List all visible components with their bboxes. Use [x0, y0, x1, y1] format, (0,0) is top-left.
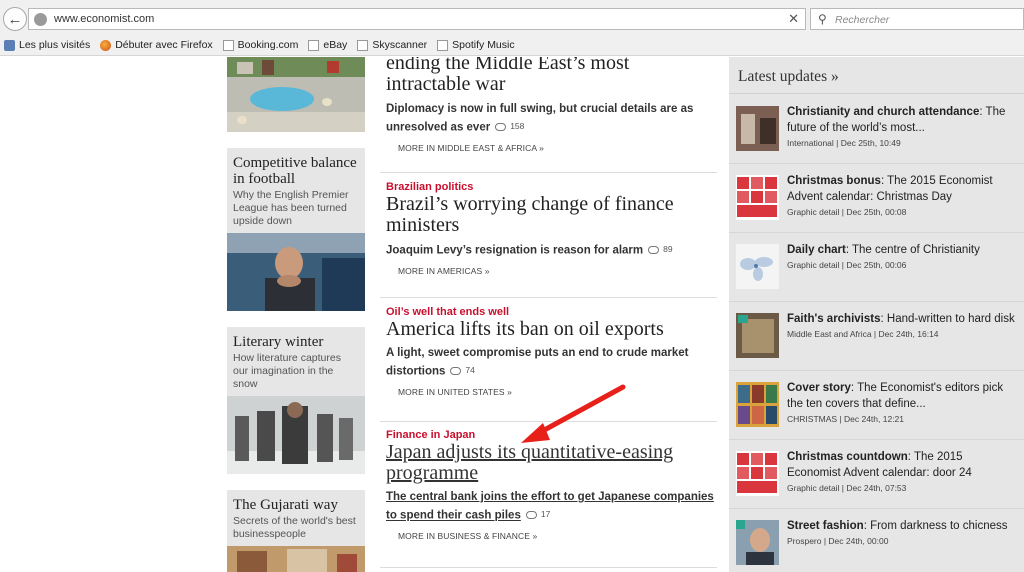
- snow-scene-image[interactable]: [227, 396, 365, 474]
- world-map-image: [736, 244, 779, 289]
- bookmark-ebay[interactable]: eBay: [308, 39, 347, 51]
- search-placeholder[interactable]: Rechercher: [835, 14, 889, 26]
- card-text: Why the English Premier League has been …: [233, 189, 349, 227]
- bookmark-booking[interactable]: Booking.com: [222, 39, 298, 51]
- card-title[interactable]: Competitive balance in football: [227, 148, 365, 189]
- update-meta: Middle East and Africa | Dec 24th, 16:14: [787, 329, 939, 339]
- church-image: [736, 106, 779, 151]
- back-button[interactable]: ←: [3, 7, 27, 31]
- update-headline[interactable]: Daily chart: The centre of Christianity: [787, 242, 1019, 258]
- manuscript-image: [736, 313, 779, 358]
- story-description[interactable]: A light, sweet compromise puts an end to…: [386, 345, 717, 381]
- comments-count[interactable]: 74: [450, 362, 475, 379]
- update-item[interactable]: Christianity and church attendance: The …: [729, 95, 1024, 164]
- update-meta: Prospero | Dec 24th, 00:00: [787, 536, 889, 546]
- story-title[interactable]: America lifts its ban on oil exports: [386, 319, 717, 340]
- football-manager-image[interactable]: [227, 233, 365, 311]
- address-bar[interactable]: www.economist.com ✕: [28, 8, 806, 30]
- latest-updates-title[interactable]: Latest updates »: [729, 57, 1024, 94]
- story-card-literary-winter[interactable]: Literary winter How literature captures …: [227, 327, 365, 474]
- story-oil: Oil’s well that ends well America lifts …: [380, 298, 717, 422]
- comment-icon: [525, 510, 537, 519]
- bookmark-spotify[interactable]: Spotify Music: [437, 39, 515, 51]
- comment-icon: [495, 122, 507, 131]
- card-text: How literature captures our imagination …: [233, 352, 341, 390]
- comment-icon: [648, 245, 660, 254]
- more-link[interactable]: MORE IN BUSINESS & FINANCE »: [386, 525, 717, 541]
- card-title[interactable]: The Gujarati way: [227, 490, 365, 515]
- story-japan: Finance in Japan Japan adjusts its quant…: [380, 422, 717, 568]
- story-description[interactable]: Diplomacy is now in full swing, but cruc…: [386, 101, 717, 137]
- browser-toolbar: ← www.economist.com ✕ ⚲ Rechercher Les p…: [0, 0, 1024, 56]
- page-icon: [357, 39, 369, 51]
- story-description[interactable]: Joaquim Levy’s resignation is reason for…: [386, 241, 717, 260]
- more-link[interactable]: MORE IN MIDDLE EAST & AFRICA »: [386, 137, 717, 153]
- update-meta: CHRISTMAS | Dec 24th, 12:21: [787, 414, 905, 424]
- bookmark-most-visited[interactable]: Les plus visités: [4, 39, 90, 51]
- update-meta: Graphic detail | Dec 24th, 07:53: [787, 483, 907, 493]
- update-headline[interactable]: Christmas bonus: The 2015 Economist Adve…: [787, 173, 1019, 205]
- update-headline[interactable]: Street fashion: From darkness to chicnes…: [787, 518, 1019, 534]
- story-flag[interactable]: Brazilian politics: [386, 181, 717, 193]
- update-meta: International | Dec 25th, 10:49: [787, 138, 901, 148]
- firefox-icon: [100, 39, 112, 51]
- update-item[interactable]: Christmas bonus: The 2015 Economist Adve…: [729, 164, 1024, 233]
- more-link[interactable]: MORE IN AMERICAS »: [386, 260, 717, 276]
- covers-image: [736, 382, 779, 427]
- page-icon: [308, 39, 320, 51]
- update-headline[interactable]: Christmas countdown: The 2015 Economist …: [787, 449, 1019, 481]
- update-item[interactable]: Christmas countdown: The 2015 Economist …: [729, 440, 1024, 509]
- comments-count[interactable]: 89: [648, 241, 673, 258]
- search-icon: ⚲: [818, 12, 827, 26]
- comments-count[interactable]: 17: [525, 506, 550, 523]
- update-meta: Graphic detail | Dec 25th, 00:08: [787, 207, 907, 217]
- page-icon: [437, 39, 449, 51]
- advent-calendar-image: [736, 451, 779, 496]
- globe-icon: [34, 13, 47, 26]
- update-item[interactable]: Faith's archivists: Hand-written to hard…: [729, 302, 1024, 371]
- update-headline[interactable]: Faith's archivists: Hand-written to hard…: [787, 311, 1019, 327]
- card-title[interactable]: Literary winter: [227, 327, 365, 352]
- url-text[interactable]: www.economist.com: [54, 13, 154, 25]
- more-link[interactable]: MORE IN UNITED STATES »: [386, 381, 717, 397]
- story-flag[interactable]: Oil’s well that ends well: [386, 306, 717, 318]
- comment-icon: [450, 366, 462, 375]
- story-middle-east: ending the Middle East’s most intractabl…: [380, 57, 717, 173]
- business-image[interactable]: [227, 546, 365, 572]
- page-content: Competitive balance in football Why the …: [0, 57, 1024, 572]
- street-fashion-image: [736, 520, 779, 565]
- story-title[interactable]: Japan adjusts its quantitative-easing pr…: [386, 442, 717, 484]
- pool-image[interactable]: [227, 57, 365, 132]
- bookmark-skyscanner[interactable]: Skyscanner: [357, 39, 427, 51]
- latest-updates-panel: Latest updates » Christianity and church…: [729, 57, 1024, 572]
- advent-calendar-image: [736, 175, 779, 220]
- comments-count[interactable]: 158: [495, 118, 524, 135]
- story-card-football[interactable]: Competitive balance in football Why the …: [227, 148, 365, 311]
- back-arrow-icon: ←: [7, 10, 23, 28]
- left-column: Competitive balance in football Why the …: [227, 57, 365, 572]
- story-card-gujarati[interactable]: The Gujarati way Secrets of the world's …: [227, 490, 365, 572]
- story-title[interactable]: Brazil’s worrying change of finance mini…: [386, 194, 717, 236]
- update-headline[interactable]: Cover story: The Economist's editors pic…: [787, 380, 1019, 412]
- story-description[interactable]: The central bank joins the effort to get…: [386, 489, 717, 525]
- card-text: Secrets of the world's best businesspeop…: [233, 515, 356, 540]
- main-column: ending the Middle East’s most intractabl…: [380, 57, 717, 568]
- update-item[interactable]: Cover story: The Economist's editors pic…: [729, 371, 1024, 440]
- close-icon[interactable]: ✕: [788, 11, 799, 27]
- update-headline[interactable]: Christianity and church attendance: The …: [787, 104, 1019, 136]
- update-item[interactable]: Street fashion: From darkness to chicnes…: [729, 509, 1024, 572]
- story-brazil: Brazilian politics Brazil’s worrying cha…: [380, 173, 717, 298]
- story-title[interactable]: ending the Middle East’s most intractabl…: [386, 57, 717, 95]
- story-flag[interactable]: Finance in Japan: [386, 429, 717, 441]
- search-bar[interactable]: ⚲ Rechercher: [810, 8, 1024, 30]
- update-meta: Graphic detail | Dec 25th, 00:06: [787, 260, 907, 270]
- bookmarks-bar: Les plus visités Débuter avec Firefox Bo…: [0, 36, 521, 54]
- update-item[interactable]: Daily chart: The centre of Christianity G…: [729, 233, 1024, 302]
- bookmark-folder-icon: [4, 39, 15, 51]
- bookmark-firefox-start[interactable]: Débuter avec Firefox: [100, 39, 213, 51]
- page-icon: [222, 39, 234, 51]
